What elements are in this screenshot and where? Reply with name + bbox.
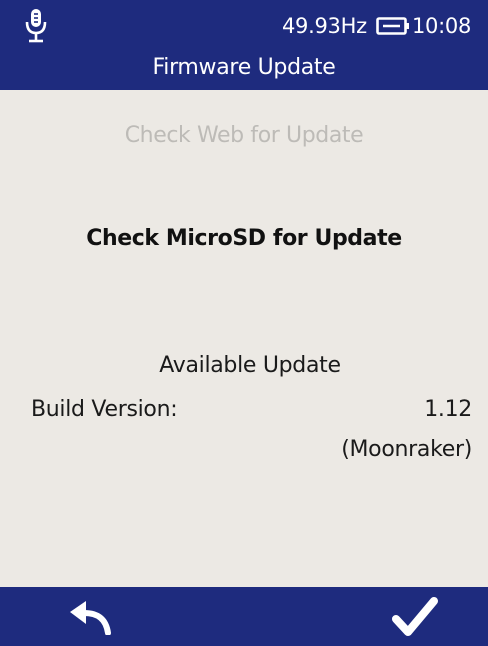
build-version-label: Build Version: <box>31 397 178 422</box>
microphone-icon <box>25 9 47 43</box>
firmware-update-screen: 49.93Hz 10:08 Firmware Update Check Web … <box>0 0 488 646</box>
frequency-readout: 49.93Hz <box>282 14 367 38</box>
check-web-update-option[interactable]: Check Web for Update <box>0 122 488 150</box>
battery-icon <box>376 17 409 35</box>
build-version-value: 1.12 <box>424 397 472 422</box>
clock: 10:08 <box>412 14 472 38</box>
checkmark-icon[interactable] <box>392 597 438 637</box>
build-codename: (Moonraker) <box>341 437 472 462</box>
back-arrow-icon[interactable] <box>66 599 114 635</box>
page-title: Firmware Update <box>152 55 336 80</box>
check-microsd-update-option[interactable]: Check MicroSD for Update <box>0 225 488 253</box>
available-update-heading: Available Update <box>159 353 341 378</box>
header-bar: 49.93Hz 10:08 Firmware Update <box>0 0 488 90</box>
footer-bar <box>0 587 488 646</box>
